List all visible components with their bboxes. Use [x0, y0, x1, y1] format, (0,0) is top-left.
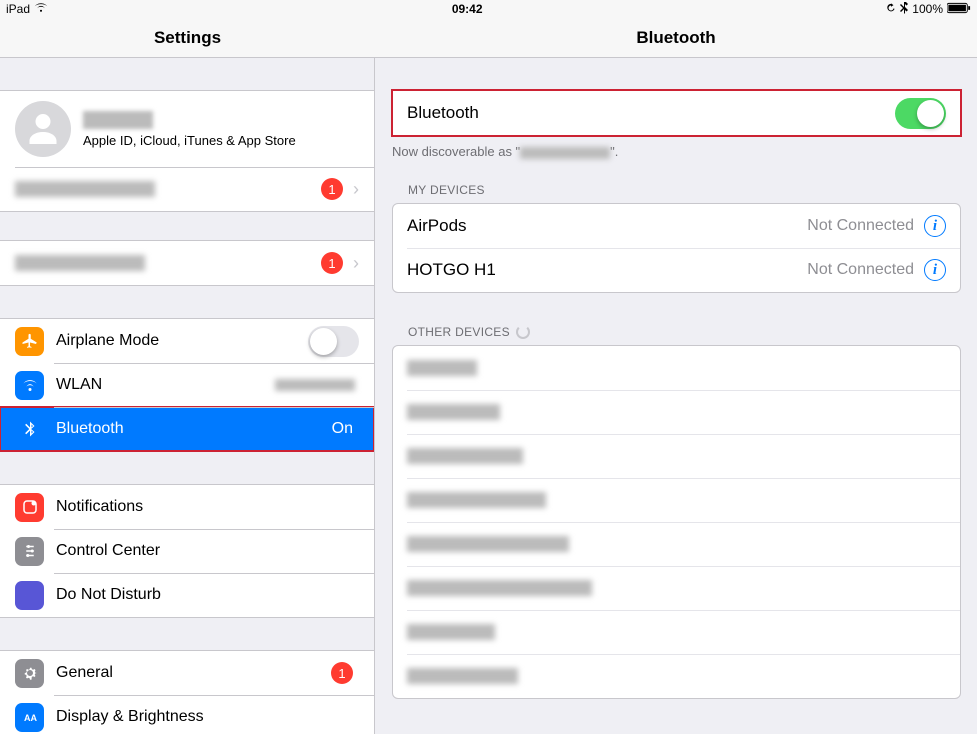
my-device-row[interactable]: HOTGO H1 Not Connected i: [393, 248, 960, 292]
device-label: iPad: [6, 2, 30, 16]
sidebar-item-notifications[interactable]: Notifications: [0, 485, 374, 529]
my-device-row[interactable]: AirPods Not Connected i: [393, 204, 960, 248]
row-label: Notifications: [56, 498, 359, 516]
gear-icon: [15, 659, 44, 688]
notifications-icon: [15, 493, 44, 522]
row-detail: On: [332, 420, 353, 438]
bluetooth-status-icon: [900, 2, 908, 17]
device-status: Not Connected: [807, 217, 914, 235]
status-bar: iPad 09:42 100%: [0, 0, 977, 18]
device-name-redacted: [407, 536, 569, 552]
wifi-icon: [34, 2, 48, 16]
master-title: Settings: [0, 18, 375, 58]
row-label: General: [56, 664, 331, 682]
bluetooth-icon: [15, 415, 44, 444]
other-device-row[interactable]: [393, 610, 960, 654]
badge: 1: [331, 662, 353, 684]
device-name-redacted: [407, 360, 477, 376]
bluetooth-toggle-label: Bluetooth: [407, 103, 895, 123]
discoverable-note: Now discoverable as "".: [376, 136, 977, 159]
orientation-lock-icon: [886, 2, 896, 16]
other-device-row[interactable]: [393, 522, 960, 566]
sidebar-item-control-center[interactable]: Control Center: [0, 529, 374, 573]
device-name-redacted: [407, 404, 500, 420]
device-name: HOTGO H1: [407, 260, 807, 280]
row-label: Display & Brightness: [56, 708, 359, 726]
badge: 1: [321, 178, 343, 200]
redacted-text: [15, 255, 145, 271]
moon-icon: [15, 581, 44, 610]
device-name: AirPods: [407, 216, 807, 236]
chevron-right-icon: ›: [353, 179, 359, 200]
device-name-redacted: [520, 147, 610, 159]
row-label: WLAN: [56, 376, 275, 394]
apple-id-alert-row[interactable]: 1 ›: [0, 167, 374, 211]
airplane-icon: [15, 327, 44, 356]
sidebar-item-airplane[interactable]: Airplane Mode: [0, 319, 374, 363]
chevron-right-icon: ›: [353, 253, 359, 274]
device-name-redacted: [407, 492, 546, 508]
sidebar-item-dnd[interactable]: Do Not Disturb: [0, 573, 374, 617]
display-icon: AA: [15, 703, 44, 732]
status-time: 09:42: [48, 2, 886, 16]
airplane-toggle[interactable]: [308, 326, 359, 357]
row-label: Do Not Disturb: [56, 586, 359, 604]
detail-title: Bluetooth: [375, 18, 977, 58]
section-my-devices: MY DEVICES: [376, 177, 977, 203]
other-devices-list: [392, 345, 961, 699]
device-name-redacted: [407, 580, 592, 596]
pending-update-row[interactable]: 1 ›: [0, 241, 374, 285]
info-icon[interactable]: i: [924, 215, 946, 237]
row-label: Bluetooth: [56, 420, 332, 438]
sidebar-item-wlan[interactable]: WLAN: [0, 363, 374, 407]
device-name-redacted: [407, 624, 495, 640]
sidebar-item-display[interactable]: AA Display & Brightness: [0, 695, 374, 734]
other-device-row[interactable]: [393, 654, 960, 698]
apple-id-row[interactable]: Apple ID, iCloud, iTunes & App Store: [0, 91, 374, 167]
other-device-row[interactable]: [393, 390, 960, 434]
redacted-text: [15, 181, 155, 197]
row-label: Control Center: [56, 542, 359, 560]
control-center-icon: [15, 537, 44, 566]
bluetooth-toggle-row: Bluetooth: [393, 91, 960, 135]
info-icon[interactable]: i: [924, 259, 946, 281]
other-device-row[interactable]: [393, 478, 960, 522]
scanning-spinner-icon: [516, 325, 530, 339]
row-label: Airplane Mode: [56, 332, 308, 350]
wifi-icon: [15, 371, 44, 400]
other-device-row[interactable]: [393, 566, 960, 610]
device-name-redacted: [407, 668, 518, 684]
settings-master-pane: Apple ID, iCloud, iTunes & App Store 1 ›…: [0, 58, 375, 734]
sidebar-item-bluetooth[interactable]: Bluetooth On: [0, 407, 374, 451]
bluetooth-toggle[interactable]: [895, 98, 946, 129]
apple-id-name-redacted: [83, 111, 153, 129]
other-device-row[interactable]: [393, 346, 960, 390]
device-name-redacted: [407, 448, 523, 464]
wlan-name-redacted: [275, 379, 355, 391]
apple-id-subtitle: Apple ID, iCloud, iTunes & App Store: [83, 133, 296, 148]
device-status: Not Connected: [807, 261, 914, 279]
section-other-devices: OTHER DEVICES: [376, 319, 977, 345]
bluetooth-detail-pane: Bluetooth Now discoverable as "". MY DEV…: [376, 58, 977, 734]
battery-icon: [947, 2, 971, 17]
sidebar-item-general[interactable]: General 1: [0, 651, 374, 695]
svg-text:AA: AA: [24, 713, 37, 723]
battery-pct: 100%: [912, 2, 943, 16]
badge: 1: [321, 252, 343, 274]
avatar: [15, 101, 71, 157]
other-device-row[interactable]: [393, 434, 960, 478]
